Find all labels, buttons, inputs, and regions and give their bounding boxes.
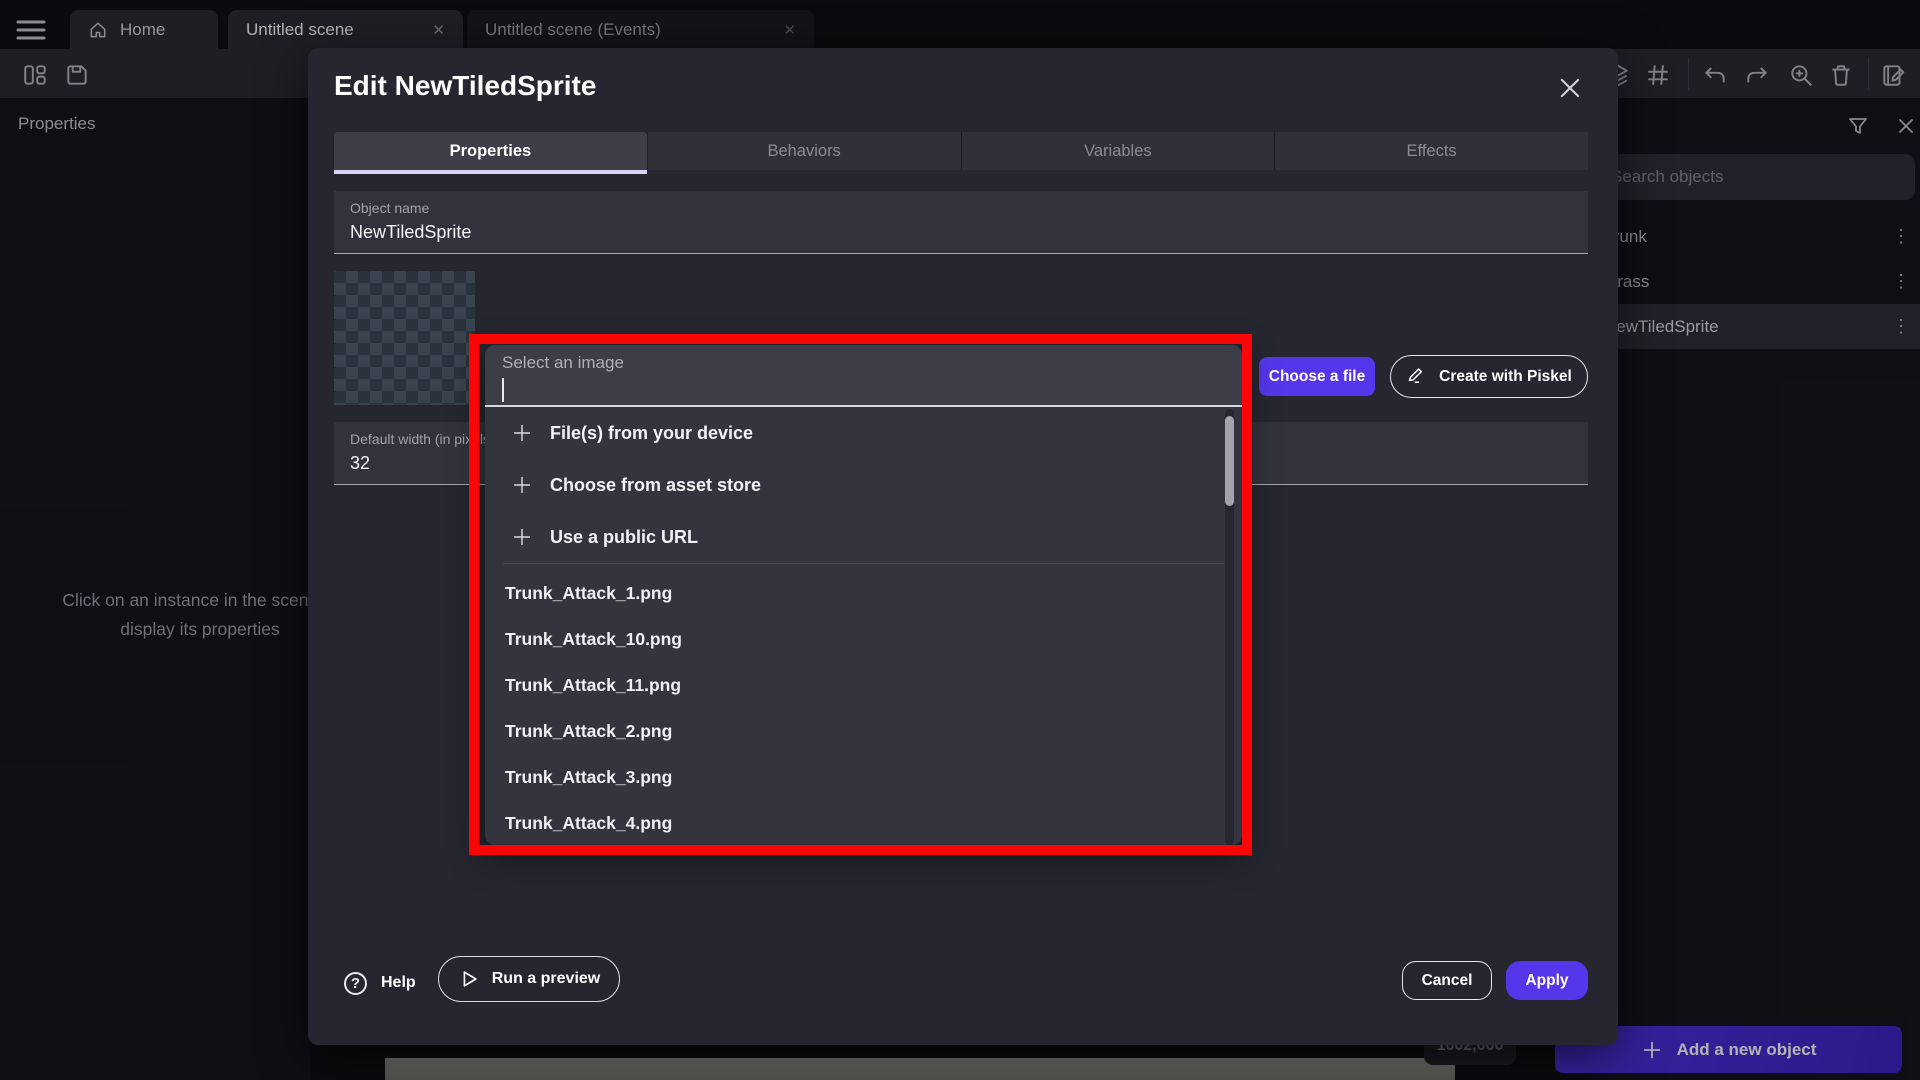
run-preview-button[interactable]: Run a preview (438, 956, 620, 1002)
object-name-label: Object name (350, 200, 1572, 216)
plus-icon (511, 474, 533, 496)
plus-icon (511, 422, 533, 444)
text-caret (502, 378, 504, 402)
dialog-tabs: Properties Behaviors Variables Effects (334, 132, 1588, 170)
apply-button[interactable]: Apply (1506, 961, 1588, 1000)
plus-icon (511, 526, 533, 548)
cancel-button[interactable]: Cancel (1402, 961, 1492, 1000)
dropdown-divider (503, 563, 1224, 564)
tab-effects[interactable]: Effects (1275, 132, 1588, 170)
tab-properties[interactable]: Properties (334, 132, 648, 170)
close-dialog-icon[interactable] (1556, 74, 1584, 102)
option-choose-from-asset-store[interactable]: Choose from asset store (485, 459, 1242, 511)
choose-file-button[interactable]: Choose a file (1259, 357, 1375, 396)
image-preview-checkerboard (334, 271, 475, 405)
file-option[interactable]: Trunk_Attack_4.png (485, 800, 1242, 845)
file-option[interactable]: Trunk_Attack_1.png (485, 570, 1242, 616)
option-files-from-device[interactable]: File(s) from your device (485, 407, 1242, 459)
dialog-title: Edit NewTiledSprite (334, 70, 596, 102)
object-name-value[interactable]: NewTiledSprite (350, 222, 1572, 243)
select-image-label: Select an image (502, 353, 1242, 373)
select-image-input[interactable]: Select an image (485, 345, 1242, 407)
file-option[interactable]: Trunk_Attack_2.png (485, 708, 1242, 754)
option-use-public-url[interactable]: Use a public URL (485, 511, 1242, 563)
help-button[interactable]: ? Help (344, 963, 416, 1003)
tab-variables[interactable]: Variables (962, 132, 1276, 170)
play-icon (458, 968, 480, 990)
select-image-dropdown: Select an image File(s) from your device… (485, 345, 1242, 845)
pencil-icon (1406, 366, 1427, 387)
object-name-field[interactable]: Object name NewTiledSprite (334, 191, 1588, 254)
file-option[interactable]: Trunk_Attack_3.png (485, 754, 1242, 800)
help-icon: ? (344, 972, 367, 995)
dropdown-scrollbar-thumb[interactable] (1225, 416, 1234, 506)
create-with-piskel-button[interactable]: Create with Piskel (1390, 355, 1588, 398)
tab-behaviors[interactable]: Behaviors (648, 132, 962, 170)
file-option[interactable]: Trunk_Attack_10.png (485, 616, 1242, 662)
file-option[interactable]: Trunk_Attack_11.png (485, 662, 1242, 708)
